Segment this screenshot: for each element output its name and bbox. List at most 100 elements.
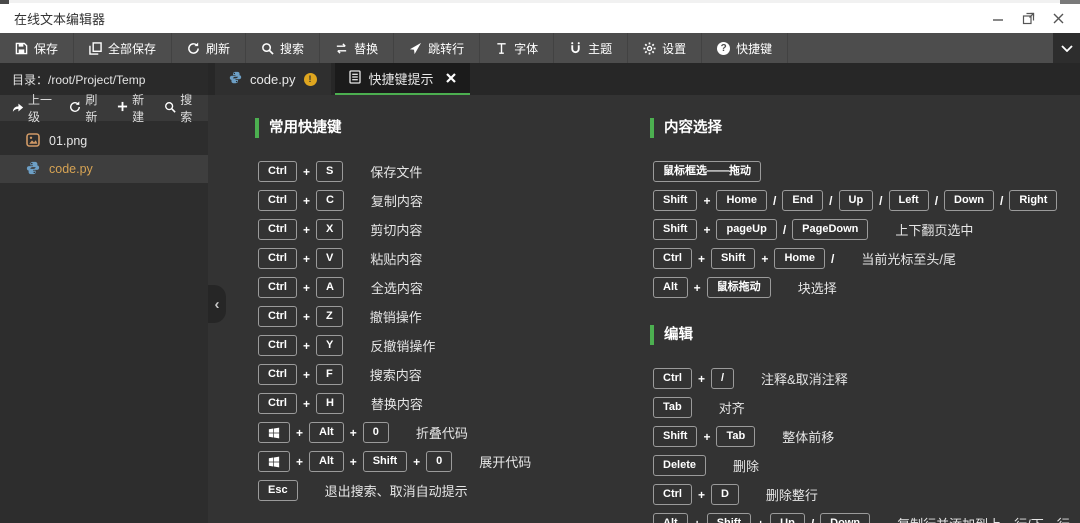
toolbar-collapse-chevron[interactable] — [1053, 33, 1080, 63]
shortcut-row: Ctrl+/注释&取消注释 — [650, 364, 1080, 393]
shortcut-help-content: ‹ 常用快捷键Ctrl+S保存文件Ctrl+C复制内容Ctrl+X剪切内容Ctr… — [208, 95, 1080, 523]
window-titlebar: 在线文本编辑器 — [0, 0, 1080, 33]
toolbar-label: 替换 — [354, 40, 378, 57]
shortcut-column-right: 内容选择鼠标框选——拖动Shift+Home/End/Up/Left/Down/… — [650, 118, 1080, 523]
shortcut-description: 粘贴内容 — [370, 249, 422, 268]
keycap: Home — [774, 248, 825, 269]
keycap: Delete — [653, 455, 706, 476]
app-body: 目录：/root/Project/Temp 上一级 刷新 新建 搜索 01 — [0, 63, 1080, 523]
toolbar-label: 快捷键 — [736, 40, 772, 57]
keycap: Y — [316, 335, 343, 356]
shortcut-description: 保存文件 — [370, 162, 422, 181]
shortcut-row: +Alt+Shift+0展开代码 — [255, 447, 640, 476]
file-row-01-png[interactable]: 01.png — [0, 127, 208, 155]
file-name: code.py — [49, 162, 93, 176]
key-separator: + — [303, 397, 310, 411]
file-actions-bar: 上一级 刷新 新建 搜索 — [0, 95, 208, 121]
new-file-button[interactable]: 新建 — [109, 91, 156, 125]
shortcut-row: Alt+Shift+Up/Down复制行并添加到上一行/下一行 — [650, 509, 1080, 523]
shortcut-row: +Alt+0折叠代码 — [255, 418, 640, 447]
key-separator: + — [350, 426, 357, 440]
keycap: End — [782, 190, 823, 211]
key-separator: + — [303, 310, 310, 324]
toolbar-label: 跳转行 — [428, 40, 464, 57]
search-icon — [261, 42, 274, 55]
shortcut-row: Ctrl+D删除整行 — [650, 480, 1080, 509]
toolbar-label: 字体 — [514, 40, 538, 57]
windows-logo-icon — [258, 422, 290, 443]
minimize-icon[interactable] — [990, 10, 1006, 26]
section-title: 编辑 — [650, 325, 1080, 345]
key-separator: + — [694, 517, 701, 523]
save-all-button[interactable]: 全部保存 — [74, 33, 172, 63]
keycap: pageUp — [716, 219, 776, 240]
search-button[interactable]: 搜索 — [246, 33, 320, 63]
keycap: Tab — [716, 426, 755, 447]
keycap: Ctrl — [258, 277, 297, 298]
key-separator: / — [811, 517, 814, 523]
search-files-button[interactable]: 搜索 — [156, 91, 204, 125]
shortcut-description: 反撤销操作 — [370, 336, 435, 355]
tab-close-icon[interactable] — [446, 73, 456, 83]
maximize-icon[interactable] — [1020, 10, 1036, 26]
unsaved-indicator: ! — [304, 73, 317, 86]
key-separator: + — [703, 223, 710, 237]
sidebar-collapse-handle[interactable]: ‹ — [208, 285, 226, 323]
shortcut-help-button[interactable]: ? 快捷键 — [702, 33, 788, 63]
toolbar-label: 设置 — [662, 40, 686, 57]
keycap: C — [316, 190, 344, 211]
key-separator: + — [303, 339, 310, 353]
shortcut-section: 编辑Ctrl+/注释&取消注释Tab对齐Shift+Tab整体前移Delete删… — [650, 325, 1080, 523]
keycap: / — [711, 368, 734, 389]
refresh-button[interactable]: 刷新 — [172, 33, 246, 63]
window-title: 在线文本编辑器 — [14, 9, 105, 28]
shortcut-row: Ctrl+H替换内容 — [255, 389, 640, 418]
shortcut-row: Shift+Tab整体前移 — [650, 422, 1080, 451]
keycap: X — [316, 219, 343, 240]
settings-button[interactable]: 设置 — [628, 33, 702, 63]
keycap: 鼠标拖动 — [707, 277, 771, 298]
keycap: Shift — [653, 190, 697, 211]
theme-icon — [569, 42, 582, 55]
editor-main: code.py ! 快捷键提示 ‹ 常用快捷键Ctrl+S保存文件Ctrl+C复… — [208, 63, 1080, 523]
file-row-code-py[interactable]: code.py — [0, 155, 208, 183]
shortcut-description: 复制行并添加到上一行/下一行 — [897, 514, 1070, 523]
key-separator: + — [296, 426, 303, 440]
key-separator: + — [303, 252, 310, 266]
keycap: D — [711, 484, 739, 505]
save-button[interactable]: 保存 — [0, 33, 74, 63]
tab-code-py[interactable]: code.py ! — [215, 63, 331, 95]
refresh-files-button[interactable]: 刷新 — [61, 91, 109, 125]
shortcut-help-icon: ? — [717, 42, 730, 55]
theme-button[interactable]: 主题 — [554, 33, 628, 63]
refresh-icon — [187, 42, 200, 55]
shortcut-description: 退出搜索、取消自动提示 — [325, 481, 468, 500]
image-file-icon — [26, 133, 40, 150]
settings-icon — [643, 42, 656, 55]
replace-button[interactable]: 替换 — [320, 33, 394, 63]
keycap: 鼠标框选——拖动 — [653, 161, 761, 182]
plus-icon — [117, 101, 128, 115]
document-icon — [349, 70, 361, 87]
main-toolbar: 保存 全部保存 刷新 搜索 替换 跳转行 字体 主题 设置 ? 快捷键 — [0, 33, 1080, 63]
shortcut-section: 内容选择鼠标框选——拖动Shift+Home/End/Up/Left/Down/… — [650, 118, 1080, 302]
key-separator: + — [694, 281, 701, 295]
keycap: Ctrl — [258, 393, 297, 414]
python-file-icon — [229, 71, 242, 87]
key-separator: + — [413, 455, 420, 469]
shortcut-row: Ctrl+X剪切内容 — [255, 215, 640, 244]
file-name: 01.png — [49, 134, 87, 148]
shortcut-row: Delete删除 — [650, 451, 1080, 480]
tab-shortcut-tips[interactable]: 快捷键提示 — [335, 63, 470, 95]
shortcut-row: Ctrl+Shift+Home/当前光标至头/尾 — [650, 244, 1080, 273]
keycap: 0 — [363, 422, 389, 443]
file-list: 01.png code.py — [0, 121, 208, 183]
key-separator: / — [773, 194, 776, 208]
close-icon[interactable] — [1050, 10, 1066, 26]
goto-line-button[interactable]: 跳转行 — [394, 33, 480, 63]
font-button[interactable]: 字体 — [480, 33, 554, 63]
shortcut-description: 复制内容 — [371, 191, 423, 210]
up-level-button[interactable]: 上一级 — [4, 91, 61, 125]
refresh-icon — [69, 101, 81, 116]
keycap: Ctrl — [258, 364, 297, 385]
